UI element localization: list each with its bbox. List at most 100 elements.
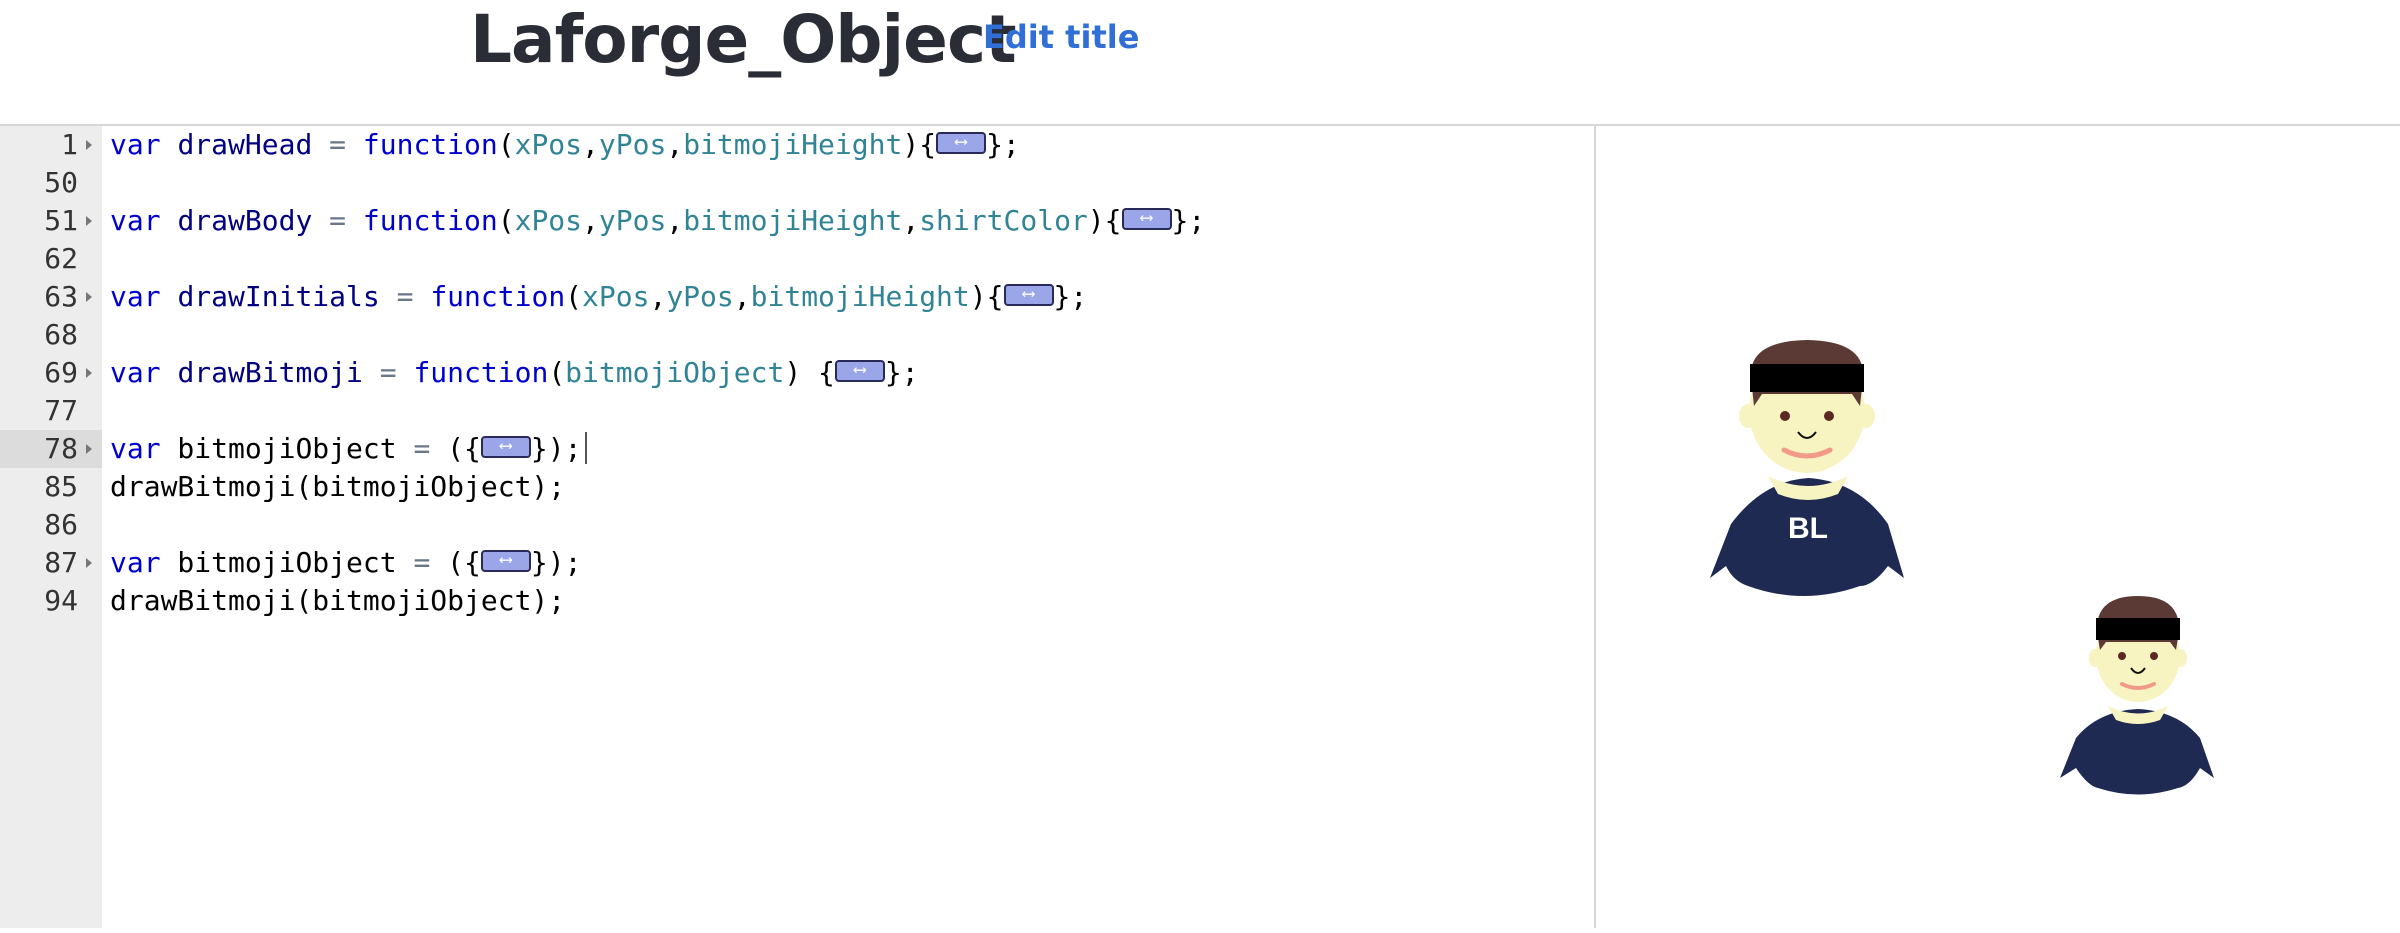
code-token: drawBitmoji(bitmojiObject); bbox=[110, 470, 566, 503]
code-line[interactable]: 63 var drawInitials = function(xPos,yPos,… bbox=[0, 277, 1594, 316]
fold-arrow-icon[interactable] bbox=[86, 140, 92, 150]
output-canvas: BL bbox=[1598, 126, 2400, 928]
code-line[interactable]: 78var bitmojiObject = ({}); bbox=[0, 429, 1594, 468]
code-token: ( bbox=[497, 128, 515, 161]
code-token: bitmojiHeight bbox=[683, 128, 903, 161]
line-number: 50 bbox=[44, 166, 78, 199]
fold-arrow-icon[interactable] bbox=[86, 216, 92, 226]
code-token: }; bbox=[986, 128, 1020, 161]
code-token: , bbox=[649, 280, 667, 313]
bitmoji-small bbox=[2060, 596, 2214, 795]
code-token: var bbox=[110, 280, 161, 313]
code-token: , bbox=[582, 128, 599, 161]
code-token: function bbox=[413, 356, 549, 389]
code-token: xPos bbox=[514, 204, 583, 237]
code-token: function bbox=[362, 128, 498, 161]
bitmoji-large-eye-right bbox=[1824, 411, 1834, 421]
code-token: }; bbox=[884, 356, 919, 389]
bitmoji-small-eye-right bbox=[2150, 652, 2158, 660]
collapsed-code-widget[interactable] bbox=[480, 543, 531, 577]
code-token: { bbox=[986, 280, 1004, 313]
fold-arrow-icon[interactable] bbox=[86, 444, 92, 454]
code-token: ( bbox=[565, 280, 583, 313]
code-token: ) bbox=[784, 356, 802, 389]
fold-arrow-icon[interactable] bbox=[86, 558, 92, 568]
code-text: var drawBitmoji = function(bitmojiObject… bbox=[110, 353, 919, 392]
workspace: 1 var drawHead = function(xPos,yPos,bitmo… bbox=[0, 124, 2400, 928]
code-token: drawBitmoji(bitmojiObject); bbox=[110, 584, 566, 617]
code-token: yPos bbox=[598, 128, 667, 161]
code-line[interactable]: 62 bbox=[0, 240, 1594, 278]
code-token: = bbox=[413, 432, 431, 465]
code-token: bitmojiHeight bbox=[750, 280, 970, 313]
collapsed-code-widget[interactable] bbox=[1121, 201, 1172, 235]
code-token: shirtColor bbox=[919, 204, 1088, 237]
code-token: var bbox=[110, 356, 161, 389]
bitmoji-small-eye-left bbox=[2118, 652, 2126, 660]
bitmoji-large-initials: BL bbox=[1788, 512, 1828, 545]
line-number: 94 bbox=[44, 584, 78, 617]
code-token: drawInitials bbox=[177, 280, 380, 313]
code-token: drawBody bbox=[177, 204, 313, 237]
code-token: ({ bbox=[430, 546, 481, 579]
code-token: = bbox=[329, 204, 347, 237]
code-token: bitmojiObject bbox=[565, 356, 785, 389]
collapsed-code-widget[interactable] bbox=[834, 353, 885, 387]
code-line[interactable]: 86 bbox=[0, 506, 1594, 544]
code-line[interactable]: 68 bbox=[0, 316, 1594, 354]
code-line[interactable]: 87var bitmojiObject = ({}); bbox=[0, 543, 1594, 582]
code-token: , bbox=[902, 204, 920, 237]
collapsed-code-widget[interactable] bbox=[480, 429, 531, 463]
code-line[interactable]: 51 var drawBody = function(xPos,yPos,bitm… bbox=[0, 201, 1594, 240]
code-token: function bbox=[430, 280, 566, 313]
code-token: , bbox=[582, 204, 599, 237]
code-line[interactable]: 69 var drawBitmoji = function(bitmojiObje… bbox=[0, 353, 1594, 392]
bitmoji-large-headband bbox=[1750, 364, 1864, 392]
code-token: ) bbox=[902, 128, 920, 161]
text-cursor bbox=[585, 432, 588, 464]
code-token: var bbox=[110, 546, 161, 579]
line-number: 62 bbox=[44, 242, 78, 275]
code-token: }); bbox=[530, 432, 582, 465]
line-number: 86 bbox=[44, 508, 78, 541]
code-line[interactable]: 1 var drawHead = function(xPos,yPos,bitmo… bbox=[0, 126, 1594, 164]
code-token: ({ bbox=[430, 432, 481, 465]
code-text: var bitmojiObject = ({}); bbox=[110, 429, 588, 468]
bitmoji-small-headband bbox=[2096, 618, 2180, 640]
fold-arrow-icon[interactable] bbox=[86, 368, 92, 378]
code-line[interactable]: 94 drawBitmoji(bitmojiObject); bbox=[0, 582, 1594, 620]
page-header: Laforge_Object Edit title bbox=[0, 0, 2400, 124]
code-token: xPos bbox=[514, 128, 583, 161]
code-text: var drawInitials = function(xPos,yPos,bi… bbox=[110, 277, 1087, 316]
edit-title-link[interactable]: Edit title bbox=[983, 18, 1139, 56]
code-line[interactable]: 77 bbox=[0, 392, 1594, 430]
fold-arrow-icon[interactable] bbox=[86, 292, 92, 302]
code-line[interactable]: 85 drawBitmoji(bitmojiObject); bbox=[0, 468, 1594, 506]
code-token: ) bbox=[1087, 204, 1105, 237]
code-text: var drawBody = function(xPos,yPos,bitmoj… bbox=[110, 201, 1205, 240]
collapsed-code-widget[interactable] bbox=[936, 126, 987, 159]
code-token: xPos bbox=[582, 280, 650, 313]
code-lines: 1 var drawHead = function(xPos,yPos,bitmo… bbox=[0, 126, 1594, 620]
collapsed-code-widget[interactable] bbox=[1003, 277, 1054, 311]
code-token: }); bbox=[530, 546, 582, 579]
code-token: yPos bbox=[598, 204, 667, 237]
code-token: var bbox=[110, 204, 161, 237]
line-number: 68 bbox=[44, 318, 78, 351]
code-text: drawBitmoji(bitmojiObject); bbox=[110, 582, 565, 620]
code-token: = bbox=[379, 356, 397, 389]
code-token: = bbox=[396, 280, 414, 313]
code-token: bitmojiObject bbox=[160, 546, 414, 579]
code-token: var bbox=[110, 432, 161, 465]
code-token: { bbox=[801, 356, 835, 389]
code-line[interactable]: 50 bbox=[0, 164, 1594, 202]
code-token: { bbox=[919, 128, 937, 161]
code-editor[interactable]: 1 var drawHead = function(xPos,yPos,bitmo… bbox=[0, 126, 1596, 928]
